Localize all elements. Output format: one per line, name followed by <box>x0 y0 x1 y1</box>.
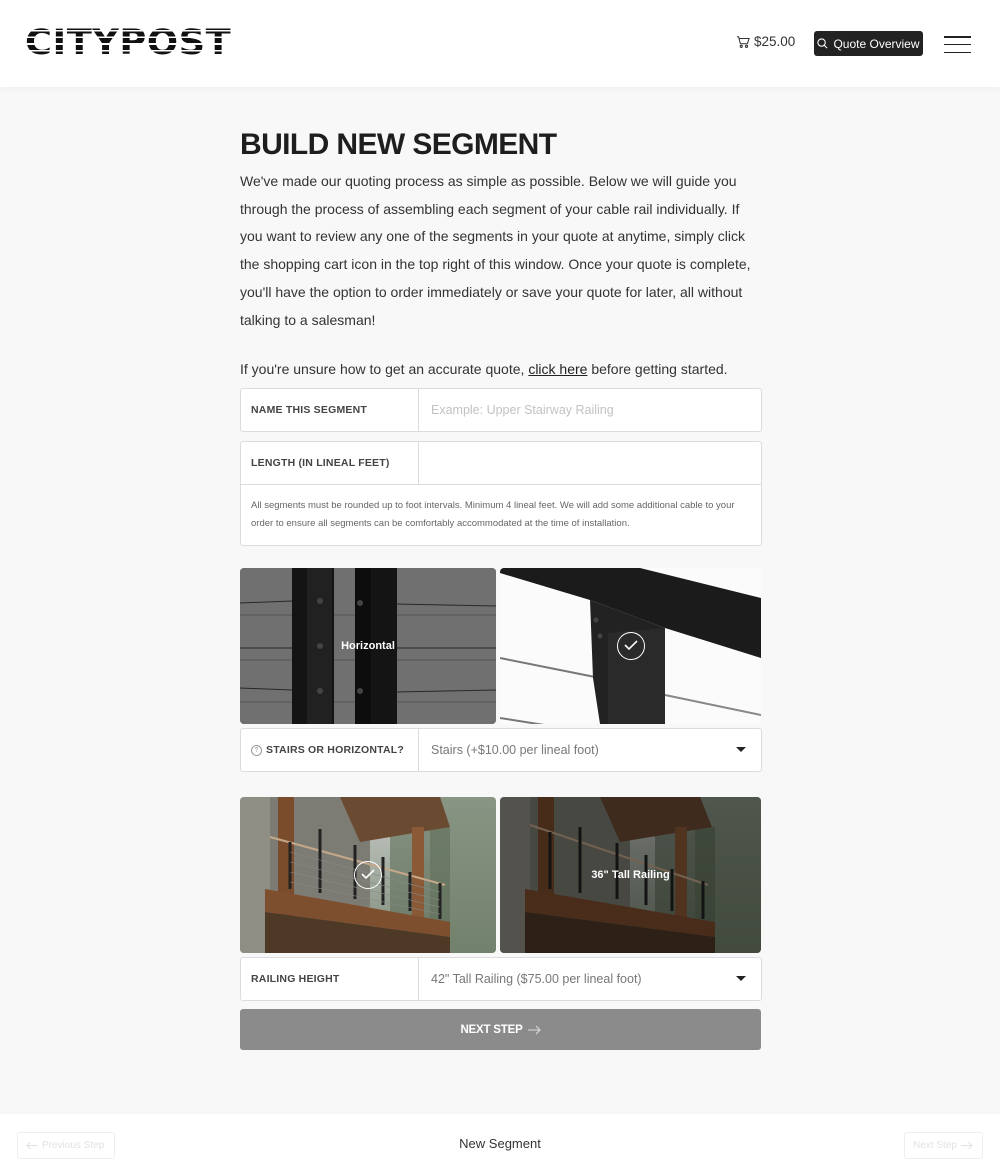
segment-name-input[interactable] <box>431 389 761 431</box>
cart-button[interactable]: $25.00 <box>736 34 795 49</box>
option-42-inch-card[interactable] <box>240 797 496 953</box>
step-footer: Previous Step New Segment Next Step <box>0 1114 1000 1174</box>
option-horizontal-caption: Horizontal <box>341 640 395 652</box>
segment-name-field: NAME THIS SEGMENT <box>240 388 762 432</box>
stairs-or-horizontal-label-text: STAIRS OR HORIZONTAL? <box>266 744 404 756</box>
shopping-cart-icon <box>736 35 750 48</box>
segment-name-label: NAME THIS SEGMENT <box>241 389 419 431</box>
help-icon[interactable]: ? <box>251 744 262 756</box>
option-horizontal-card[interactable]: Horizontal <box>240 568 496 724</box>
length-field: LENGTH (IN LINEAL FEET) All segments mus… <box>240 441 762 546</box>
option-36-inch-card[interactable]: 36" Tall Railing <box>500 797 761 953</box>
option-36-inch-caption: 36" Tall Railing <box>591 869 670 881</box>
quote-overview-button[interactable]: Quote Overview <box>814 31 923 56</box>
arrow-right-icon <box>960 1141 973 1150</box>
railing-height-field: RAILING HEIGHT 42" Tall Railing ($75.00 … <box>240 957 762 1001</box>
site-header: CITYPOST $25.00 Quote Overview <box>0 0 1000 87</box>
length-label: LENGTH (IN LINEAL FEET) <box>241 442 419 484</box>
stairs-or-horizontal-field: ? STAIRS OR HORIZONTAL? Stairs (+$10.00 … <box>240 728 762 772</box>
stairs-or-horizontal-select[interactable]: Stairs (+$10.00 per lineal foot) <box>419 729 761 771</box>
intro-text: We've made our quoting process as simple… <box>240 173 751 328</box>
railing-height-value: 42" Tall Railing ($75.00 per lineal foot… <box>431 972 642 986</box>
selected-check-icon <box>616 632 645 660</box>
option-stairs-card[interactable] <box>500 568 761 724</box>
quote-overview-label: Quote Overview <box>833 36 920 51</box>
railing-height-select[interactable]: 42" Tall Railing ($75.00 per lineal foot… <box>419 958 761 1000</box>
help-text-prefix: If you're unsure how to get an accurate … <box>240 361 529 378</box>
length-input[interactable] <box>431 442 761 484</box>
arrow-right-icon <box>527 1025 541 1034</box>
cart-total: $25.00 <box>754 34 796 49</box>
next-step-footer-label: Next Step <box>913 1140 957 1151</box>
railing-height-label: RAILING HEIGHT <box>241 958 419 1000</box>
citypost-logo[interactable]: CITYPOST <box>25 25 231 61</box>
next-step-footer-button[interactable]: Next Step <box>904 1132 983 1159</box>
selected-check-icon <box>354 861 382 889</box>
dropdown-caret-icon <box>736 747 746 752</box>
help-text-suffix: before getting started. <box>587 361 728 378</box>
stairs-or-horizontal-value: Stairs (+$10.00 per lineal foot) <box>431 743 599 757</box>
search-icon <box>817 38 828 49</box>
footer-title: New Segment <box>459 1136 541 1151</box>
hamburger-menu-icon[interactable] <box>944 36 971 53</box>
next-step-button[interactable]: NEXT STEP <box>240 1009 761 1050</box>
page-title: BUILD NEW SEGMENT <box>240 128 557 161</box>
main-content: BUILD NEW SEGMENT We've made our quoting… <box>240 126 762 383</box>
click-here-link[interactable]: click here <box>528 361 587 377</box>
dropdown-caret-icon <box>736 976 746 981</box>
length-note: All segments must be rounded up to foot … <box>241 484 761 545</box>
next-step-label: NEXT STEP <box>460 1023 523 1036</box>
help-text: If you're unsure how to get an accurate … <box>240 356 762 383</box>
stairs-or-horizontal-label: ? STAIRS OR HORIZONTAL? <box>241 729 419 771</box>
